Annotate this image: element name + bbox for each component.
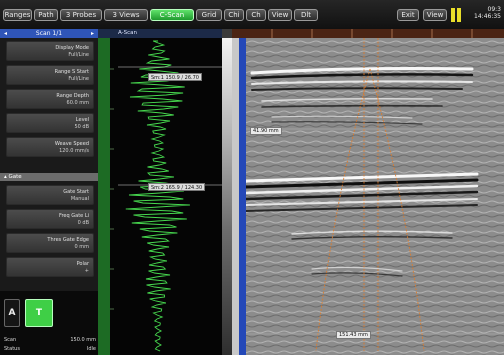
key-area: A T Scan 150.0 mm Status Idle — [0, 291, 98, 355]
param-range-depth[interactable]: Range Depth 60.0 mm — [6, 89, 94, 109]
status-label: Scan — [4, 337, 17, 343]
clock-line-2: 14:46:35 — [474, 13, 501, 20]
key-t-button[interactable]: T — [25, 299, 53, 327]
grid-button[interactable]: Grid — [196, 9, 222, 21]
battery-icon — [451, 8, 463, 22]
panel-title-label: Scan 1/1 — [35, 30, 63, 37]
amplitude-colorbar — [222, 38, 232, 355]
measurement-label-1[interactable]: 41.90 mm — [250, 127, 282, 135]
param-label: Range S Start — [54, 69, 89, 75]
key-a-button[interactable]: A — [4, 299, 20, 327]
param-polar[interactable]: Polar + — [6, 257, 94, 277]
param-label: Gate Start — [63, 189, 89, 195]
status-value: 150.0 mm — [70, 337, 96, 343]
colorbar-header — [222, 29, 232, 38]
panel-title[interactable]: ◂ Scan 1/1 ▸ — [0, 29, 98, 38]
status-row: Status Idle — [4, 346, 96, 352]
param-weave-speed[interactable]: Weave Speed 120.0 mm/s — [6, 137, 94, 157]
param-label: Polar — [76, 261, 89, 267]
ch-button[interactable]: Ch — [246, 9, 266, 21]
top-toolbar: Ranges Path 3 Probes 3 Views C-Scan Grid… — [0, 0, 504, 29]
param-value: + — [84, 268, 89, 274]
cursor-label-1[interactable]: Sm:1 150.9 / 26.70 — [148, 73, 202, 81]
section-gate[interactable]: ▴ Gate — [0, 173, 98, 181]
view-button[interactable]: View — [268, 9, 292, 21]
param-range-start[interactable]: Range S Start Full/Line — [6, 65, 94, 85]
panel-prev-icon[interactable]: ◂ — [4, 29, 7, 38]
chi-button[interactable]: Chi — [224, 9, 244, 21]
parameter-panel: ◂ Scan 1/1 ▸ Display Mode Full/Line Rang… — [0, 29, 98, 355]
param-value: 0 mm — [74, 244, 89, 250]
dlt-button[interactable]: Dlt — [294, 9, 318, 21]
panel-next-icon[interactable]: ▸ — [91, 29, 94, 38]
ranges-button[interactable]: Ranges — [3, 9, 32, 21]
param-thres-gate[interactable]: Thres Gate Edge 0 mm — [6, 233, 94, 253]
param-value: 60.0 mm — [66, 100, 89, 106]
status-value: Idle — [86, 346, 96, 352]
views-button[interactable]: 3 Views — [104, 9, 148, 21]
param-freq-gate[interactable]: Freq Gate Li 0 dB — [6, 209, 94, 229]
param-value: Full/Line — [68, 52, 89, 58]
param-display-mode[interactable]: Display Mode Full/Line — [6, 41, 94, 61]
section-label: Gate — [8, 174, 22, 180]
probes-button[interactable]: 3 Probes — [60, 9, 102, 21]
param-label: Level — [75, 117, 89, 123]
clock-line-1: 09:3 — [487, 6, 501, 13]
param-label: Range Depth — [56, 93, 89, 99]
scan-image — [244, 29, 504, 355]
param-label: Weave Speed — [54, 141, 89, 147]
param-value: 50 dB — [74, 124, 89, 130]
view-right-button[interactable]: View — [423, 9, 447, 21]
param-value: 120.0 mm/s — [59, 148, 89, 154]
param-label: Display Mode — [55, 45, 89, 51]
param-value: Manual — [70, 196, 89, 202]
clock: 09:3 14:46:35 — [465, 6, 501, 20]
c-scan-button[interactable]: C-Scan — [150, 9, 194, 21]
path-button[interactable]: Path — [34, 9, 58, 21]
status-label: Status — [4, 346, 20, 352]
param-label: Thres Gate Edge — [47, 237, 89, 243]
param-value: Full/Line — [68, 76, 89, 82]
measurement-label-2[interactable]: 151.43 mm — [336, 331, 371, 339]
param-label: Freq Gate Li — [58, 213, 89, 219]
status-row: Scan 150.0 mm — [4, 337, 96, 343]
param-level[interactable]: Level 50 dB — [6, 113, 94, 133]
depth-scale-strip — [239, 38, 246, 355]
param-value: 0 dB — [77, 220, 89, 226]
exit-button[interactable]: Exit — [397, 9, 419, 21]
scan-image-panel[interactable]: 41.90 mm 151.43 mm — [232, 29, 504, 355]
cursor-label-2[interactable]: Sm:2 165.9 / 124.30 — [148, 183, 206, 191]
a-scan-panel[interactable]: A-Scan Sm:1 150.9 / 26.70 Sm:2 165.9 / 1… — [98, 29, 222, 355]
param-gate-start[interactable]: Gate Start Manual — [6, 185, 94, 205]
